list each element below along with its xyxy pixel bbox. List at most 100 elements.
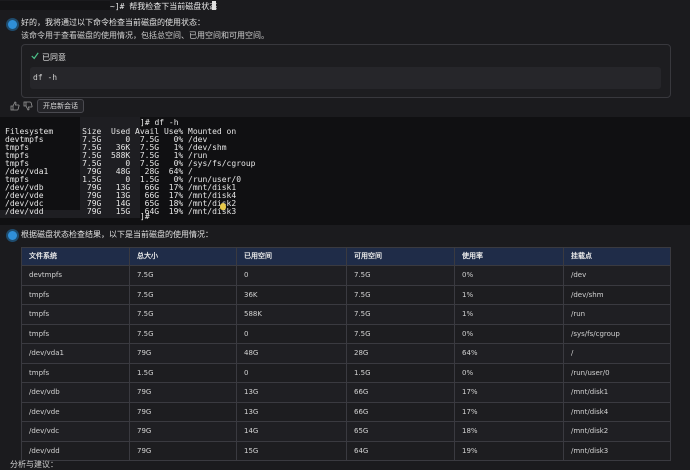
lightbulb-icon[interactable] bbox=[220, 203, 226, 210]
table-cell: /dev/vdc bbox=[29, 427, 60, 435]
approval-status: 已同意 bbox=[42, 53, 66, 62]
table-cell: 0% bbox=[454, 266, 563, 285]
column-header: 可用空间 bbox=[346, 248, 454, 265]
table-cell: /mnt/disk2 bbox=[563, 422, 670, 441]
check-icon bbox=[31, 52, 39, 60]
column-header: 挂载点 bbox=[563, 248, 670, 265]
column-header: 使用率 bbox=[454, 248, 563, 265]
table-cell: 1.5G bbox=[129, 363, 236, 382]
table-cell: 19% bbox=[454, 441, 563, 460]
terminal-prompt-end: ]# bbox=[140, 212, 150, 221]
table-cell: 1% bbox=[454, 305, 563, 324]
table-cell: /dev bbox=[563, 266, 670, 285]
terminal-prompt: ]# df -h bbox=[140, 118, 179, 127]
text-cursor bbox=[212, 1, 216, 10]
table-cell: /dev/vdb bbox=[29, 388, 60, 396]
table-cell: 79G bbox=[129, 441, 236, 460]
table-cell: 7.5G bbox=[129, 285, 236, 304]
table-cell: 13G bbox=[236, 383, 346, 402]
table-cell: 1% bbox=[454, 285, 563, 304]
table-cell: 66G bbox=[346, 402, 454, 421]
table-cell: 79G bbox=[129, 402, 236, 421]
table-cell: 65G bbox=[346, 422, 454, 441]
table-cell: tmpfs bbox=[29, 329, 50, 338]
table-cell: /dev/vdd bbox=[29, 446, 60, 455]
table-cell: 79G bbox=[129, 422, 236, 441]
reply-description: 该命令用于查看磁盘的使用情况，包括总空间、已用空间和可用空间。 bbox=[21, 31, 269, 40]
table-cell: 48G bbox=[236, 344, 346, 363]
table-cell: 0% bbox=[454, 324, 563, 343]
command-line: ~]# 帮我检查下当前磁盘状态 bbox=[0, 0, 690, 12]
table-cell: 0 bbox=[236, 363, 346, 382]
table-cell: 79G bbox=[129, 383, 236, 402]
command-code-box bbox=[30, 67, 661, 89]
table-row: /dev/vda1 79G 48G 28G 64% / bbox=[22, 343, 670, 363]
table-cell: / bbox=[563, 344, 670, 363]
table-cell: 7.5G bbox=[346, 285, 454, 304]
table-cell: /mnt/disk1 bbox=[563, 383, 670, 402]
redacted-host bbox=[0, 1, 110, 10]
table-cell: 7.5G bbox=[129, 305, 236, 324]
table-cell: 64G bbox=[346, 441, 454, 460]
table-cell: 18% bbox=[454, 422, 563, 441]
table-cell: 588K bbox=[236, 305, 346, 324]
table-row: tmpfs 7.5G 36K 7.5G 1%/dev/shm bbox=[22, 284, 670, 304]
assistant-avatar-icon bbox=[8, 20, 17, 29]
terminal-line: /dev/vdd 79G 15G 64G 19% /mnt/disk3 bbox=[5, 207, 237, 216]
table-cell: /sys/fs/cgroup bbox=[563, 324, 670, 343]
table-body: devtmpfs 7.5G 0 7.5G 0%/dev tmpfs 7.5G 36K 7.5G 1… bbox=[22, 265, 670, 460]
assistant-avatar-icon bbox=[8, 231, 17, 240]
reply-text: 根据磁盘状态检查结果，以下是当前磁盘的使用情况： bbox=[21, 230, 213, 239]
table-cell: /run/user/0 bbox=[563, 363, 670, 382]
table-cell: 7.5G bbox=[346, 324, 454, 343]
table-cell: 0% bbox=[454, 363, 563, 382]
disk-usage-table: 文件系统 总大小 已用空间 可用空间 使用率 挂载点 devtmpfs 7.5G 0… bbox=[21, 247, 671, 461]
table-cell: 1.5G bbox=[346, 363, 454, 382]
table-cell: 14G bbox=[236, 422, 346, 441]
table-cell: /dev/vda1 bbox=[29, 349, 64, 357]
table-cell: 15G bbox=[236, 441, 346, 460]
table-cell: tmpfs bbox=[29, 310, 50, 318]
table-cell: 17% bbox=[454, 402, 563, 421]
table-cell: 0 bbox=[236, 324, 346, 343]
table-row: devtmpfs 7.5G 0 7.5G 0%/dev bbox=[22, 265, 670, 285]
column-header: 总大小 bbox=[129, 248, 236, 265]
thumb-down-icon[interactable] bbox=[23, 101, 33, 111]
table-cell: 7.5G bbox=[346, 266, 454, 285]
table-cell: 36K bbox=[236, 285, 346, 304]
table-cell: 28G bbox=[346, 344, 454, 363]
table-cell: /mnt/disk4 bbox=[563, 402, 670, 421]
table-row: /dev/vdc 79G 14G 65G 18%/mnt/disk2 bbox=[22, 421, 670, 441]
command-text: ~]# 帮我检查下当前磁盘状态 bbox=[110, 2, 218, 11]
table-cell: /run bbox=[563, 305, 670, 324]
table-row: /dev/vdd 79G 15G 64G 19%/mnt/disk3 bbox=[22, 440, 670, 460]
table-row: tmpfs 1.5G 0 1.5G 0%/run/user/0 bbox=[22, 362, 670, 382]
table-header: 文件系统 总大小 已用空间 可用空间 使用率 挂载点 bbox=[22, 248, 670, 265]
table-cell: 13G bbox=[236, 402, 346, 421]
table-cell: devtmpfs bbox=[29, 271, 63, 279]
terminal-output: ]# df -h Filesystem Size Used Avail Use%… bbox=[0, 117, 690, 225]
table-row: tmpfs 7.5G 0 7.5G 0%/sys/fs/cgroup bbox=[22, 323, 670, 343]
table-row: /dev/vde 79G 13G 66G 17%/mnt/disk4 bbox=[22, 401, 670, 421]
table-cell: 7.5G bbox=[346, 305, 454, 324]
table-cell: 17% bbox=[454, 383, 563, 402]
table-cell: /mnt/disk3 bbox=[563, 441, 670, 460]
table-cell: 0 bbox=[236, 266, 346, 285]
table-row: /dev/vdb 79G 13G 66G 17%/mnt/disk1 bbox=[22, 382, 670, 402]
table-cell: 79G bbox=[129, 344, 236, 363]
thumb-up-icon[interactable] bbox=[10, 101, 20, 111]
table-cell: 7.5G bbox=[129, 324, 236, 343]
table-cell: /dev/shm bbox=[563, 285, 670, 304]
table-cell: tmpfs bbox=[29, 290, 50, 299]
table-row: tmpfs 7.5G 588K 7.5G 1%/run bbox=[22, 304, 670, 324]
reply-text: 好的，我将通过以下命令检查当前磁盘的使用状态： bbox=[21, 18, 205, 27]
table-cell: tmpfs bbox=[29, 368, 50, 377]
table-cell: 7.5G bbox=[129, 266, 236, 285]
command-approval-card: 已同意 df -h bbox=[21, 44, 671, 98]
command-code: df -h bbox=[33, 73, 58, 82]
table-cell: /dev/vde bbox=[29, 407, 60, 416]
column-header: 文件系统 bbox=[29, 252, 57, 260]
column-header: 已用空间 bbox=[236, 248, 346, 265]
new-chat-button[interactable]: 开启新会话 bbox=[37, 99, 84, 113]
table-cell: 64% bbox=[454, 344, 563, 363]
